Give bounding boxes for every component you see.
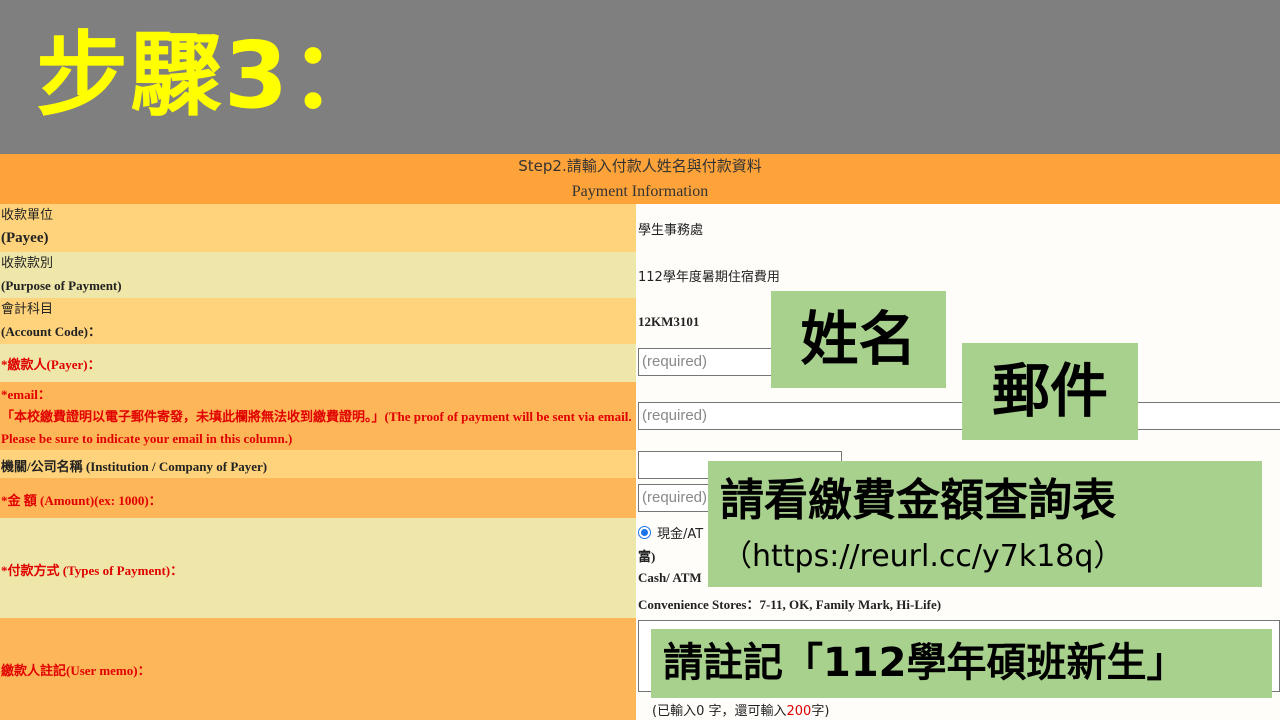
account-label-cn: 會計科目 [1, 302, 54, 317]
payer-label: *繳款人(Payer)： [1, 357, 101, 372]
account-row: 會計科目 (Account Code)： 12KM3101 [0, 298, 1280, 344]
memo-callout: 請註記「112學年碩班新生」 [651, 629, 1272, 698]
payment-type-option[interactable]: 現金/AT [638, 522, 718, 542]
purpose-label-en: (Purpose of Payment) [1, 278, 122, 293]
account-label-en: (Account Code)： [1, 324, 102, 339]
step-title: 步驟3： [36, 22, 385, 129]
payee-label-en: (Payee) [1, 230, 49, 246]
email-input[interactable]: (required) [638, 402, 1280, 430]
payment-option-line2: 富) [638, 549, 656, 564]
payee-row: 收款單位 (Payee) 學生事務處 [0, 204, 1280, 252]
account-value: 12KM3101 [638, 314, 700, 329]
email-label: *email： [1, 387, 51, 402]
amount-label: *金 額 (Amount)(ex: 1000)： [1, 493, 162, 508]
memo-label: 繳款人註記(User memo)： [1, 663, 151, 678]
amount-callout: 請看繳費金額查詢表 （https://reurl.cc/y7k18q） [708, 461, 1262, 587]
name-callout: 姓名 [771, 291, 946, 388]
payee-label-cn: 收款單位 [1, 208, 54, 223]
payment-option-label: 現金/AT [657, 527, 704, 542]
institution-label: 機關/公司名稱 (Institution / Company of Payer) [1, 459, 268, 474]
purpose-row: 收款款別 (Purpose of Payment) 112學年度暑期住宿費用 [0, 252, 1280, 298]
email-note: 「本校繳費證明以電子郵件寄發，未填此欄將無法收到繳費證明。」(The proof… [1, 409, 632, 446]
form-header-subtitle: Payment Information [571, 183, 709, 200]
payee-value: 學生事務處 [638, 223, 704, 238]
memo-counter: (已輸入0 字，還可輸入200字) [652, 704, 830, 719]
purpose-value: 112學年度暑期住宿費用 [638, 270, 780, 285]
payer-input[interactable]: (required) [638, 348, 778, 376]
amount-callout-url: （https://reurl.cc/y7k18q） [722, 539, 1124, 574]
form-header-title: Step2.請輸入付款人姓名與付款資料 [518, 157, 762, 175]
cash-radio[interactable] [638, 526, 651, 539]
purpose-label-cn: 收款款別 [1, 256, 54, 271]
amount-callout-title: 請看繳費金額查詢表 [720, 475, 1116, 526]
banner: 步驟3： [0, 0, 1280, 154]
payment-option-line4: Convenience Stores：7-11, OK, Family Mark… [638, 597, 942, 612]
email-callout: 郵件 [962, 343, 1138, 440]
payment-option-line3: Cash/ ATM [638, 570, 702, 585]
payment-type-label: *付款方式 (Types of Payment)： [1, 563, 184, 578]
form-header: Step2.請輸入付款人姓名與付款資料 Payment Information [0, 154, 1280, 204]
